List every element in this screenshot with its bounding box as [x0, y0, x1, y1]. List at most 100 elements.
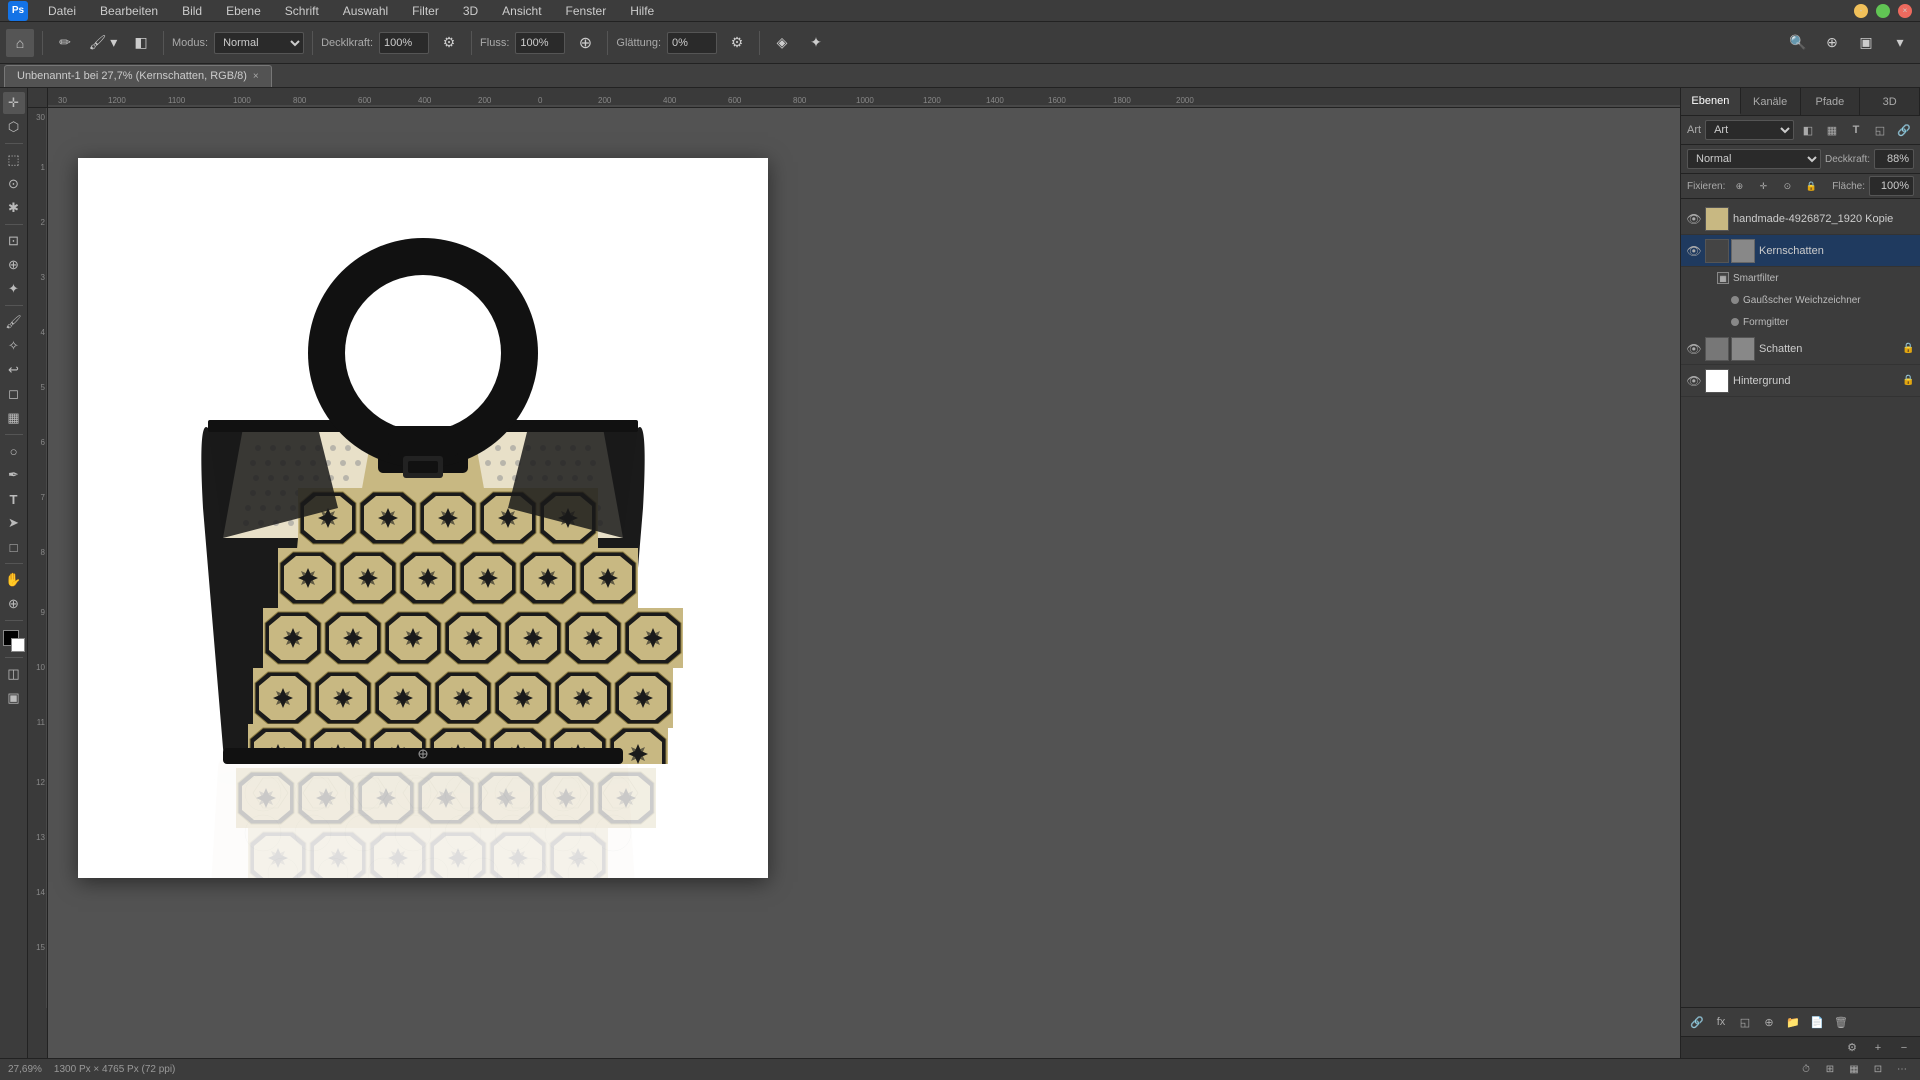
- visibility-eye-2[interactable]: 👁: [1687, 244, 1701, 258]
- canvas-viewport[interactable]: [48, 108, 1680, 1058]
- panel-delete-btn[interactable]: −: [1894, 1038, 1914, 1058]
- menu-bearbeiten[interactable]: Bearbeiten: [96, 2, 162, 20]
- smartfilter-header[interactable]: ▦ Smartfilter: [1711, 267, 1920, 289]
- status-timeline-btn[interactable]: ⏱: [1796, 1060, 1816, 1080]
- menu-bild[interactable]: Bild: [178, 2, 206, 20]
- angle-btn[interactable]: ◈: [768, 29, 796, 57]
- menu-auswahl[interactable]: Auswahl: [339, 2, 392, 20]
- smartfilter-gauss[interactable]: Gaußscher Weichzeichner: [1711, 289, 1920, 311]
- layer-fx-btn[interactable]: fx: [1711, 1012, 1731, 1032]
- home-btn[interactable]: ⌂: [6, 29, 34, 57]
- brush-options-btn[interactable]: 🖌 ▾: [85, 29, 121, 57]
- menu-datei[interactable]: Datei: [44, 2, 80, 20]
- menu-ansicht[interactable]: Ansicht: [498, 2, 545, 20]
- selection-tool[interactable]: ⬚: [3, 149, 25, 171]
- link-btn[interactable]: 🔗: [1894, 120, 1914, 140]
- menu-hilfe[interactable]: Hilfe: [626, 2, 658, 20]
- tab-ebenen[interactable]: Ebenen: [1681, 88, 1741, 115]
- link-layers-btn[interactable]: 🔗: [1687, 1012, 1707, 1032]
- layer-mask-panel-btn[interactable]: ◱: [1870, 120, 1890, 140]
- visibility-eye-4[interactable]: 👁: [1687, 374, 1701, 388]
- spot-heal-tool[interactable]: ✦: [3, 278, 25, 300]
- pen-tool[interactable]: ✒: [3, 464, 25, 486]
- artboard-tool[interactable]: ⬡: [3, 116, 25, 138]
- window-close-btn[interactable]: ×: [1898, 4, 1912, 18]
- lock-art-btn[interactable]: ⊙: [1777, 176, 1797, 196]
- menu-filter[interactable]: Filter: [408, 2, 443, 20]
- new-layer-btn[interactable]: 📄: [1807, 1012, 1827, 1032]
- workspace-btn[interactable]: ▾: [1886, 29, 1914, 57]
- lock-all-btn[interactable]: 🔒: [1801, 176, 1821, 196]
- hand-tool[interactable]: ✋: [3, 569, 25, 591]
- menu-schrift[interactable]: Schrift: [281, 2, 323, 20]
- gradient-tool[interactable]: ▦: [3, 407, 25, 429]
- arrange-btn[interactable]: ▣: [1852, 29, 1880, 57]
- mode-select[interactable]: Normal Multiplizieren Abwedeln: [214, 32, 304, 54]
- add-mask-btn[interactable]: ◱: [1735, 1012, 1755, 1032]
- brush-tool-btn[interactable]: ✏: [51, 29, 79, 57]
- status-more-btn[interactable]: ▦: [1844, 1060, 1864, 1080]
- magic-wand-tool[interactable]: ✱: [3, 197, 25, 219]
- document-tab[interactable]: Unbenannt-1 bei 27,7% (Kernschatten, RGB…: [4, 65, 272, 87]
- tab-3d[interactable]: 3D: [1860, 88, 1920, 115]
- layer-schatten[interactable]: 👁 Schatten 🔒: [1681, 333, 1920, 365]
- new-group-btn[interactable]: 📁: [1783, 1012, 1803, 1032]
- status-arrange-btn[interactable]: ⊡: [1868, 1060, 1888, 1080]
- tab-pfade[interactable]: Pfade: [1801, 88, 1861, 115]
- eyedropper-tool[interactable]: ⊕: [3, 254, 25, 276]
- smartfilter-formgitter[interactable]: Formgitter: [1711, 311, 1920, 333]
- status-grid-btn[interactable]: ⊞: [1820, 1060, 1840, 1080]
- screen-mode-btn[interactable]: ▣: [3, 687, 25, 709]
- panel-new-btn[interactable]: +: [1868, 1038, 1888, 1058]
- zoom-tool[interactable]: ⊕: [3, 593, 25, 615]
- lock-move-btn[interactable]: ✛: [1753, 176, 1773, 196]
- layer-handmade-copy[interactable]: 👁 handmade-4926872_1920 Kopie: [1681, 203, 1920, 235]
- crop-tool[interactable]: ⊡: [3, 230, 25, 252]
- layer-mask-btn[interactable]: ◧: [127, 29, 155, 57]
- flow-input[interactable]: [515, 32, 565, 54]
- zoom-btn[interactable]: ⊕: [1818, 29, 1846, 57]
- layer-hintergrund[interactable]: 👁 Hintergrund 🔒: [1681, 365, 1920, 397]
- visibility-eye-3[interactable]: 👁: [1687, 342, 1701, 356]
- blend-mode-select[interactable]: Normal Multiplizieren: [1687, 149, 1821, 169]
- symmetry-btn[interactable]: ✦: [802, 29, 830, 57]
- path-select-tool[interactable]: ➤: [3, 512, 25, 534]
- lock-pos-btn[interactable]: ⊕: [1729, 176, 1749, 196]
- menu-ebene[interactable]: Ebene: [222, 2, 265, 20]
- smooth-input[interactable]: [667, 32, 717, 54]
- lasso-tool[interactable]: ⊙: [3, 173, 25, 195]
- layer-style-btn[interactable]: ◧: [1798, 120, 1818, 140]
- background-color[interactable]: [11, 638, 25, 652]
- delete-layer-btn[interactable]: 🗑: [1831, 1012, 1851, 1032]
- menu-fenster[interactable]: Fenster: [562, 2, 611, 20]
- add-adjustment-btn[interactable]: ⊕: [1759, 1012, 1779, 1032]
- search-workspace-btn[interactable]: 🔍: [1784, 29, 1812, 57]
- density-input[interactable]: [379, 32, 429, 54]
- fill-input[interactable]: [1869, 176, 1914, 196]
- density-settings-btn[interactable]: ⚙: [435, 29, 463, 57]
- menu-3d[interactable]: 3D: [459, 2, 482, 20]
- text-btn[interactable]: T: [1846, 120, 1866, 140]
- window-minimize-btn[interactable]: -: [1854, 4, 1868, 18]
- layer-filter-btn[interactable]: ▦: [1822, 120, 1842, 140]
- clone-stamp-tool[interactable]: ✧: [3, 335, 25, 357]
- move-tool[interactable]: ✛: [3, 92, 25, 114]
- text-tool[interactable]: T: [3, 488, 25, 510]
- visibility-eye-1[interactable]: 👁: [1687, 212, 1701, 226]
- airbrush-btn[interactable]: ⊕: [571, 29, 599, 57]
- art-select[interactable]: Art: [1705, 120, 1794, 140]
- brush-tool[interactable]: 🖌: [3, 311, 25, 333]
- tab-kanaele[interactable]: Kanäle: [1741, 88, 1801, 115]
- tab-close-btn[interactable]: ×: [253, 71, 259, 82]
- opacity-input[interactable]: [1874, 149, 1914, 169]
- panel-settings-btn[interactable]: ⚙: [1842, 1038, 1862, 1058]
- quick-mask-btn[interactable]: ◫: [3, 663, 25, 685]
- smooth-settings-btn[interactable]: ⚙: [723, 29, 751, 57]
- shape-tool[interactable]: □: [3, 536, 25, 558]
- dodge-tool[interactable]: ○: [3, 440, 25, 462]
- status-settings-btn[interactable]: ⋯: [1892, 1060, 1912, 1080]
- window-maximize-btn[interactable]: [1876, 4, 1890, 18]
- history-brush-tool[interactable]: ↩: [3, 359, 25, 381]
- eraser-tool[interactable]: ◻: [3, 383, 25, 405]
- layer-kernschatten[interactable]: 👁 Kernschatten: [1681, 235, 1920, 267]
